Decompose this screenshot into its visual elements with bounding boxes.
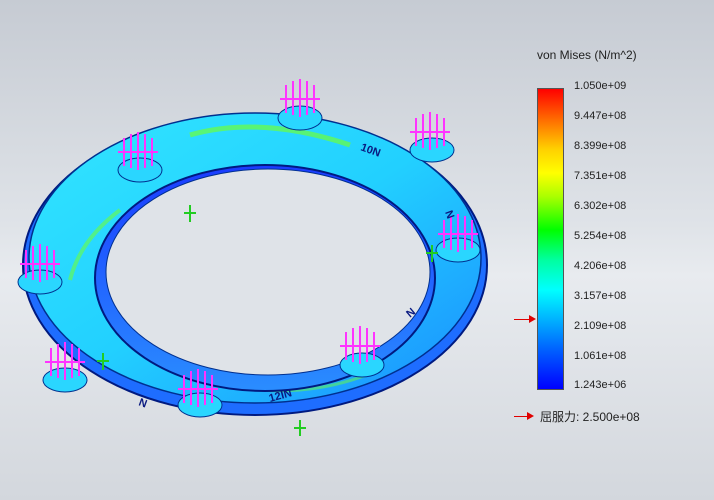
colorbar-tick: 6.302e+08 xyxy=(574,200,627,212)
colorbar-tick: 4.206e+08 xyxy=(574,260,627,272)
colorbar-tick: 1.243e+06 xyxy=(574,379,627,391)
colorbar-tick: 8.399e+08 xyxy=(574,140,627,152)
model-viewport[interactable]: 10N 12IN N N N xyxy=(0,0,714,500)
colorbar-tick: 7.351e+08 xyxy=(574,170,627,182)
colorbar-tick: 3.157e+08 xyxy=(574,290,627,302)
ring-engraving: N xyxy=(137,397,149,411)
colorbar-tick: 1.050e+09 xyxy=(574,80,627,92)
colorbar-tick: 2.109e+08 xyxy=(574,320,627,332)
colorbar-tick: 5.254e+08 xyxy=(574,230,627,242)
fixture-arrow-icon xyxy=(294,420,306,436)
ring-model[interactable] xyxy=(17,105,488,418)
ring-hole xyxy=(105,168,431,376)
colorbar-tick: 1.061e+08 xyxy=(574,350,627,362)
force-arrows-icon xyxy=(410,112,450,150)
colorbar-tick: 9.447e+08 xyxy=(574,110,627,122)
legend-title: von Mises (N/m^2) xyxy=(537,48,637,62)
yield-strength-label: 屈服力: 2.500e+08 xyxy=(540,410,640,424)
force-arrows-icon xyxy=(280,79,320,117)
stress-colorbar[interactable] xyxy=(537,88,564,390)
